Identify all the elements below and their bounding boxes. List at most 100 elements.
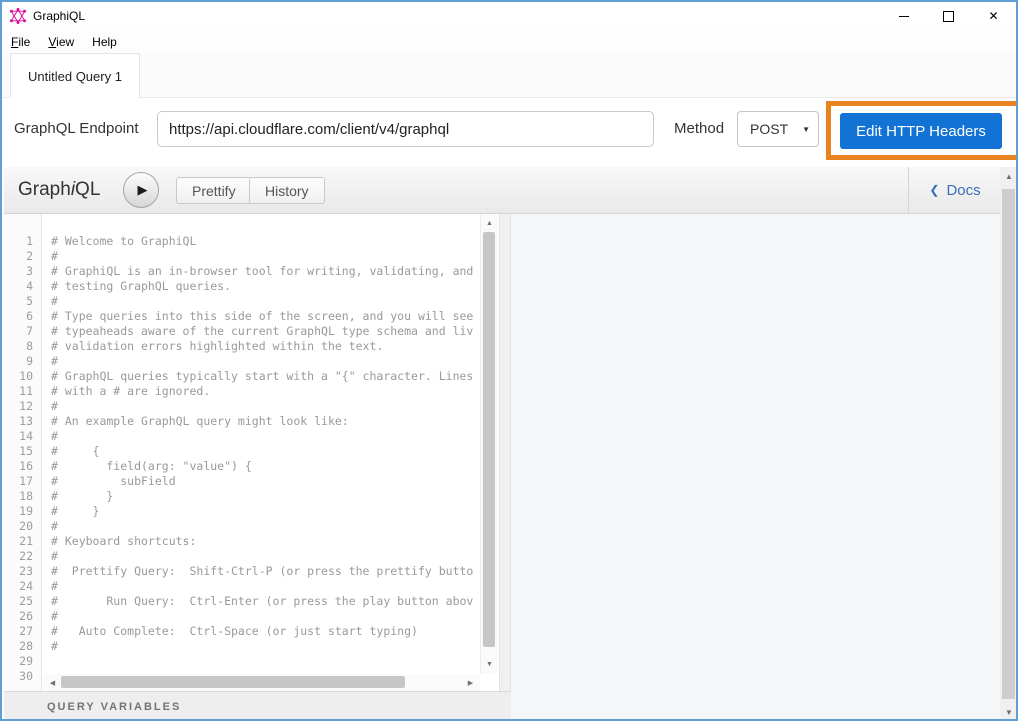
result-pane [511,214,1000,721]
code-line: # Auto Complete: Ctrl-Space (or just sta… [43,624,480,639]
tab-untitled-query[interactable]: Untitled Query 1 [10,53,140,98]
editor-vertical-scrollbar[interactable]: ▲ ▼ [480,214,497,674]
method-selected-value: POST [750,121,788,137]
code-line: # testing GraphQL queries. [43,279,480,294]
menu-file[interactable]: File [2,32,39,52]
code-line: # } [43,504,480,519]
line-number: 15 [4,444,41,459]
docs-label: Docs [946,182,980,199]
title-bar: GraphiQL ✕ [2,2,1016,30]
code-lines[interactable]: # Welcome to GraphiQL## GraphiQL is an i… [43,214,480,674]
line-number: 3 [4,264,41,279]
pane-resize-divider[interactable] [499,214,511,692]
editor-hscroll-thumb[interactable] [61,676,405,688]
chevron-left-icon: ❮ [929,183,939,197]
line-number: 20 [4,519,41,534]
line-number: 24 [4,579,41,594]
method-label: Method [674,120,724,137]
line-number: 19 [4,504,41,519]
line-number: 9 [4,354,41,369]
scroll-down-icon[interactable]: ▼ [481,657,498,672]
maximize-button[interactable] [926,2,971,30]
code-line: # Run Query: Ctrl-Enter (or press the pl… [43,594,480,609]
line-number: 10 [4,369,41,384]
tab-label: Untitled Query 1 [28,69,122,84]
line-numbers: 1234567891011121314151617181920212223242… [4,214,42,691]
line-number: 1 [4,234,41,249]
line-number: 22 [4,549,41,564]
app-window: GraphiQL ✕ File View Help Untitled Query… [0,0,1018,721]
code-line: # Type queries into this side of the scr… [43,309,480,324]
code-line: # typeaheads aware of the current GraphQ… [43,324,480,339]
scroll-left-icon[interactable]: ◀ [45,674,60,691]
line-number: 5 [4,294,41,309]
close-icon: ✕ [988,10,998,22]
code-line: # [43,579,480,594]
line-number: 17 [4,474,41,489]
menu-bar: File View Help [2,30,1016,53]
code-line: # [43,429,480,444]
code-line: # [43,294,480,309]
line-number: 13 [4,414,41,429]
line-number: 4 [4,279,41,294]
code-line: # with a # are ignored. [43,384,480,399]
code-line [43,654,480,669]
query-variables-bar[interactable]: QUERY VARIABLES [4,691,511,721]
code-line: # GraphQL queries typically start with a… [43,369,480,384]
code-line: # [43,519,480,534]
window-title: GraphiQL [33,9,85,23]
code-line: # [43,549,480,564]
code-line: # An example GraphQL query might look li… [43,414,480,429]
toolbar-divider [908,167,909,213]
line-number: 11 [4,384,41,399]
query-editor-pane: 1234567891011121314151617181920212223242… [4,214,499,691]
line-number: 2 [4,249,41,264]
graphiql-toolbar: GraphiQL ▶ Prettify History ❮ Docs [4,167,1000,214]
code-line: # [43,399,480,414]
line-number: 26 [4,609,41,624]
method-select[interactable]: POST ▼ [737,111,819,147]
line-number: 12 [4,399,41,414]
menu-help[interactable]: Help [83,32,126,52]
graphql-logo-icon [10,8,26,24]
scroll-down-icon[interactable]: ▼ [1000,704,1018,720]
code-line: # subField [43,474,480,489]
close-button[interactable]: ✕ [971,2,1016,30]
line-number: 25 [4,594,41,609]
tab-strip: Untitled Query 1 [2,53,1016,98]
history-button[interactable]: History [249,177,325,204]
annotation-highlight [826,101,1018,160]
window-scroll-thumb[interactable] [1002,189,1015,699]
menu-view[interactable]: View [39,32,83,52]
code-line: # Prettify Query: Shift-Ctrl-P (or press… [43,564,480,579]
editor-vscroll-thumb[interactable] [483,232,495,647]
code-line: # [43,354,480,369]
play-icon: ▶ [138,182,148,198]
code-line: # } [43,489,480,504]
window-controls: ✕ [881,2,1016,30]
endpoint-input[interactable] [157,111,654,147]
line-number: 8 [4,339,41,354]
code-line: # { [43,444,480,459]
window-scrollbar[interactable]: ▲ ▼ [1000,167,1018,721]
line-number: 28 [4,639,41,654]
scroll-right-icon[interactable]: ▶ [463,674,478,691]
editor-horizontal-scrollbar[interactable]: ◀ ▶ [43,674,480,691]
scroll-up-icon[interactable]: ▲ [481,216,498,231]
code-line: # [43,639,480,654]
scroll-up-icon[interactable]: ▲ [1000,168,1018,184]
docs-toggle-link[interactable]: ❮ Docs [910,167,1000,213]
line-number: 30 [4,669,41,684]
line-number: 21 [4,534,41,549]
line-number: 23 [4,564,41,579]
code-line: # GraphiQL is an in-browser tool for wri… [43,264,480,279]
line-number: 14 [4,429,41,444]
minimize-button[interactable] [881,2,926,30]
code-line: # validation errors highlighted within t… [43,339,480,354]
line-number: 18 [4,489,41,504]
prettify-button[interactable]: Prettify [176,177,252,204]
execute-query-button[interactable]: ▶ [123,172,159,208]
request-bar: GraphQL Endpoint Method POST ▼ Edit HTTP… [2,98,1016,167]
graphiql-logo-text: GraphiQL [18,179,100,201]
query-variables-label: QUERY VARIABLES [47,701,181,713]
